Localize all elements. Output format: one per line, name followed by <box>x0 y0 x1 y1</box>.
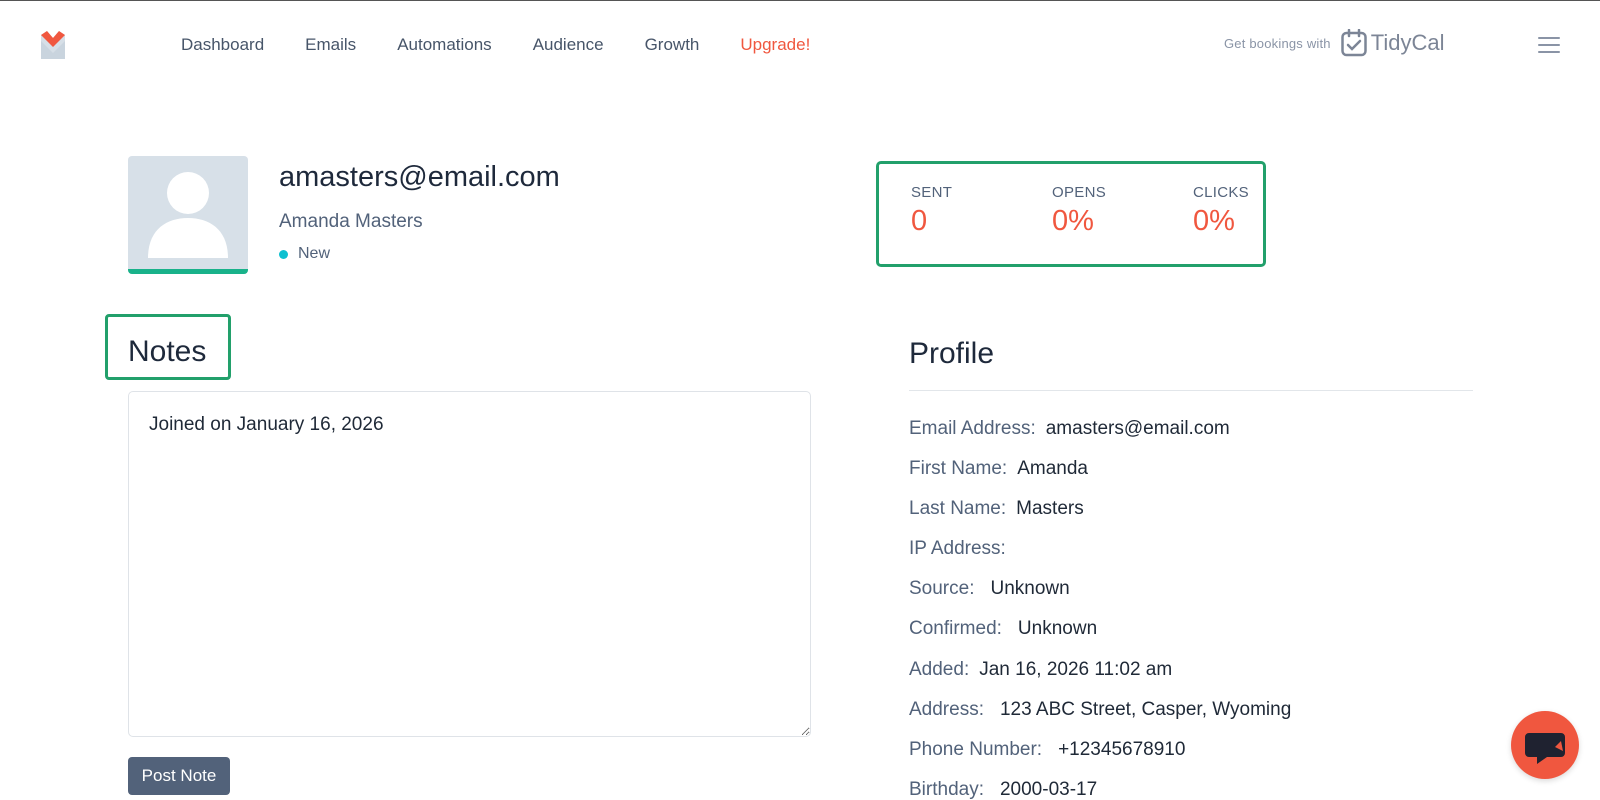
field-label: Confirmed: <box>909 618 1002 639</box>
tidycal-brand: TidyCal <box>1370 30 1445 55</box>
field-value: amasters@email.com <box>1045 418 1230 439</box>
bookings-text: Get bookings with <box>1224 35 1331 51</box>
avatar-status-bar <box>128 269 248 274</box>
field-label: Email Address: <box>909 418 1036 439</box>
field-value: Unknown <box>1017 618 1098 639</box>
field-label: IP Address: <box>909 538 1006 559</box>
field-value: Jan 16, 2026 11:02 am <box>979 659 1173 680</box>
status-text: New <box>298 245 331 262</box>
field-source: Source: Unknown <box>909 578 1070 600</box>
nav-upgrade[interactable]: Upgrade! <box>740 35 810 55</box>
hamburger-menu-icon[interactable] <box>1538 37 1560 55</box>
profile-title: Profile <box>909 337 995 370</box>
main-nav: Dashboard Emails Automations Audience Gr… <box>181 35 851 55</box>
field-value: Amanda <box>1017 458 1088 479</box>
field-value: 123 ABC Street, Casper, Wyoming <box>999 699 1292 720</box>
field-value: Unknown <box>990 578 1070 599</box>
stat-value: 0 <box>911 205 928 237</box>
field-label: Phone Number: <box>909 739 1043 760</box>
field-value: Masters <box>1016 498 1084 519</box>
notes-textarea[interactable]: Joined on January 16, 2026 <box>128 391 811 737</box>
chat-bubble-icon <box>1525 733 1565 764</box>
field-last-name: Last Name: Masters <box>909 498 1084 520</box>
status-badge: New <box>279 245 330 263</box>
stats-panel: SENT 0 OPENS 0% CLICKS 0% <box>876 161 1266 267</box>
notes-title: Notes <box>128 335 207 368</box>
nav-emails[interactable]: Emails <box>305 35 356 55</box>
stat-clicks: CLICKS 0% <box>1193 184 1249 238</box>
field-value: +12345678910 <box>1058 739 1186 760</box>
field-label: Source: <box>909 578 975 599</box>
tidycal-promo-link[interactable]: Get bookings with TidyCal <box>1224 29 1445 57</box>
user-placeholder-icon <box>148 172 228 258</box>
field-confirmed: Confirmed: Unknown <box>909 618 1097 640</box>
calendar-check-icon <box>1340 29 1367 57</box>
field-phone-number: Phone Number: +12345678910 <box>909 739 1185 761</box>
avatar <box>128 156 248 274</box>
field-label: Added: <box>909 659 970 680</box>
field-value: 2000-03-17 <box>999 779 1098 800</box>
nav-growth[interactable]: Growth <box>645 35 700 55</box>
top-navigation-bar: Dashboard Emails Automations Audience Gr… <box>0 1 1600 91</box>
stat-value: 0% <box>1052 205 1094 237</box>
field-label: Last Name: <box>909 498 1007 519</box>
stat-label: OPENS <box>1052 184 1107 201</box>
stat-label: SENT <box>911 184 953 201</box>
field-label: Address: <box>909 699 984 720</box>
stat-opens: OPENS 0% <box>1052 184 1106 238</box>
stat-label: CLICKS <box>1193 184 1249 201</box>
stat-value: 0% <box>1193 205 1235 237</box>
field-label: First Name: <box>909 458 1008 479</box>
subscriber-name: Amanda Masters <box>279 211 423 232</box>
field-birthday: Birthday: 2000-03-17 <box>909 779 1097 800</box>
field-ip-address: IP Address: <box>909 538 1016 560</box>
field-first-name: First Name: Amanda <box>909 458 1088 480</box>
fox-mail-logo[interactable] <box>40 31 66 61</box>
subscriber-email-title: amasters@email.com <box>279 161 560 193</box>
chat-bubble-button[interactable] <box>1511 711 1579 779</box>
post-note-button[interactable]: Post Note <box>128 757 230 795</box>
status-dot <box>279 249 288 259</box>
field-address: Address: 123 ABC Street, Casper, Wyoming <box>909 699 1291 721</box>
nav-automations[interactable]: Automations <box>397 35 492 55</box>
field-label: Birthday: <box>909 779 984 800</box>
field-email-address: Email Address: amasters@email.com <box>909 418 1230 440</box>
nav-audience[interactable]: Audience <box>533 35 604 55</box>
field-added: Added: Jan 16, 2026 11:02 am <box>909 659 1172 681</box>
notes-heading-box: Notes <box>105 314 231 380</box>
stat-sent: SENT 0 <box>911 184 952 238</box>
profile-divider <box>909 390 1473 391</box>
nav-dashboard[interactable]: Dashboard <box>181 35 264 55</box>
